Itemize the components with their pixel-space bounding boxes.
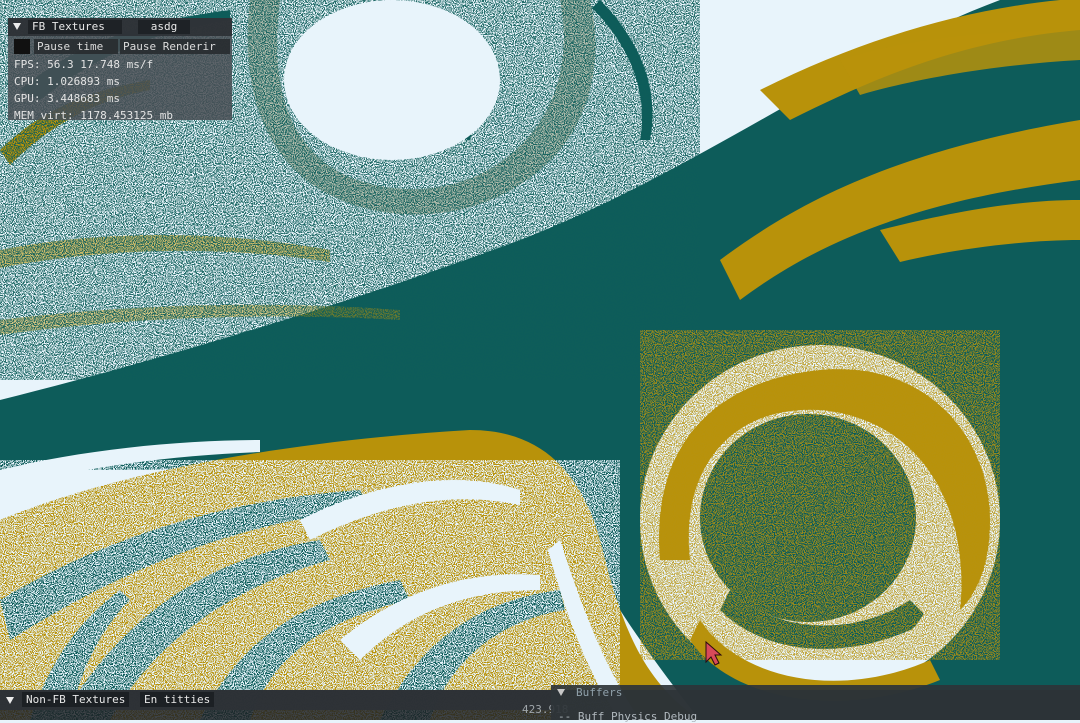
- tab-non-fb-textures[interactable]: Non-FB Textures: [22, 692, 130, 707]
- tab-en-titties[interactable]: En titties: [140, 692, 215, 707]
- cpu-readout: CPU: 1.026893 ms: [14, 75, 120, 88]
- collapse-arrow-icon[interactable]: [6, 697, 14, 704]
- tab-fb-textures[interactable]: FB Textures: [28, 20, 122, 34]
- tab-asdg[interactable]: asdg: [138, 20, 190, 34]
- buffers-list-item[interactable]: -- Buff Physics Debug: [558, 710, 697, 723]
- fps-readout: FPS: 56.3 17.748 ms/f: [14, 58, 154, 71]
- pause-time-button[interactable]: Pause time: [34, 39, 118, 54]
- pause-checkbox[interactable]: [14, 39, 30, 54]
- gpu-readout: GPU: 3.448683 ms: [14, 92, 120, 105]
- debug-window: FB Textures asdg Pause time Pause Render…: [8, 18, 232, 120]
- memory-readout: MEM virt: 1178.453125 mb: [14, 109, 173, 120]
- collapse-arrow-icon[interactable]: [13, 23, 21, 30]
- collapse-arrow-icon[interactable]: [557, 689, 565, 696]
- debug-window-titlebar[interactable]: FB Textures asdg: [8, 18, 232, 36]
- buffers-window-title[interactable]: Buffers: [576, 686, 622, 699]
- pause-rendering-button[interactable]: Pause Renderir: [120, 39, 230, 54]
